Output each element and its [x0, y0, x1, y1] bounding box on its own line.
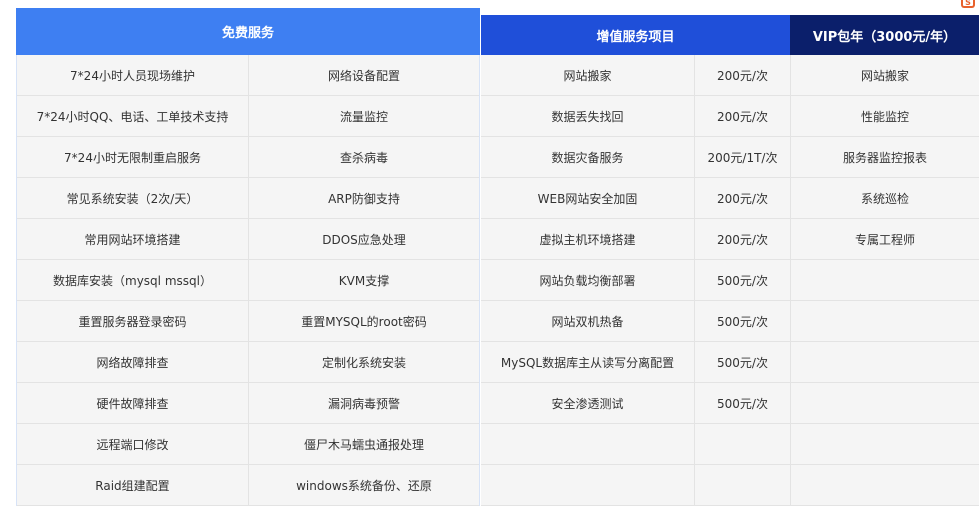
table-row	[481, 424, 790, 465]
service-name-cell: 网站双机热备	[481, 301, 695, 342]
vip-benefit-cell	[791, 301, 979, 342]
vip-annual-panel: VIP包年（3000元/年） 网站搬家 性能监控 服务器监控报表 系统巡检 专属工程师	[790, 0, 979, 507]
vip-benefit-cell	[791, 260, 979, 301]
value-added-services-header: 增值服务项目	[481, 15, 790, 55]
free-services-panel: 免费服务 7*24小时人员现场维护 网络设备配置 7*24小时QQ、电话、工单技术支…	[16, 0, 480, 507]
table-row: 7*24小时QQ、电话、工单技术支持 流量监控	[17, 96, 479, 137]
service-price-cell: 200元/次	[695, 178, 790, 219]
table-row: 远程端口修改 僵尸木马蠕虫通报处理	[17, 424, 479, 465]
service-price-cell: 500元/次	[695, 342, 790, 383]
service-price-cell: 200元/次	[695, 219, 790, 260]
free-service-cell: 常见系统安装（2次/天）	[17, 178, 249, 219]
vip-benefit-cell: 网站搬家	[791, 55, 979, 96]
free-service-cell: 漏洞病毒预警	[249, 383, 479, 424]
vip-benefit-cell: 服务器监控报表	[791, 137, 979, 178]
table-row: 安全渗透测试 500元/次	[481, 383, 790, 424]
free-services-header: 免费服务	[16, 8, 480, 55]
free-service-cell: 网络故障排查	[17, 342, 249, 383]
table-row: 硬件故障排查 漏洞病毒预警	[17, 383, 479, 424]
table-row: 7*24小时人员现场维护 网络设备配置	[17, 55, 479, 96]
service-name-cell: 数据灾备服务	[481, 137, 695, 178]
free-service-cell: 远程端口修改	[17, 424, 249, 465]
table-row	[791, 301, 979, 342]
table-row	[791, 342, 979, 383]
service-name-cell: 数据丢失找回	[481, 96, 695, 137]
service-name-cell: MySQL数据库主从读写分离配置	[481, 342, 695, 383]
free-service-cell: 7*24小时人员现场维护	[17, 55, 249, 96]
table-row: MySQL数据库主从读写分离配置 500元/次	[481, 342, 790, 383]
table-row: 常见系统安装（2次/天） ARP防御支持	[17, 178, 479, 219]
free-service-cell: windows系统备份、还原	[249, 465, 479, 506]
free-service-cell: Raid组建配置	[17, 465, 249, 506]
table-row: 专属工程师	[791, 219, 979, 260]
table-row: 系统巡检	[791, 178, 979, 219]
service-price-cell: 500元/次	[695, 301, 790, 342]
table-row: 数据灾备服务 200元/1T/次	[481, 137, 790, 178]
service-price-cell: 500元/次	[695, 383, 790, 424]
free-service-cell: 7*24小时QQ、电话、工单技术支持	[17, 96, 249, 137]
service-name-cell: 虚拟主机环境搭建	[481, 219, 695, 260]
free-service-cell: 查杀病毒	[249, 137, 479, 178]
free-service-cell: DDOS应急处理	[249, 219, 479, 260]
table-row: 虚拟主机环境搭建 200元/次	[481, 219, 790, 260]
table-row: 网站搬家 200元/次	[481, 55, 790, 96]
table-row: 重置服务器登录密码 重置MYSQL的root密码	[17, 301, 479, 342]
service-name-cell: 网站负载均衡部署	[481, 260, 695, 301]
free-services-table: 7*24小时人员现场维护 网络设备配置 7*24小时QQ、电话、工单技术支持 流量监控…	[16, 55, 480, 506]
table-row: WEB网站安全加固 200元/次	[481, 178, 790, 219]
service-name-cell	[481, 424, 695, 465]
vip-annual-table: 网站搬家 性能监控 服务器监控报表 系统巡检 专属工程师	[790, 55, 979, 506]
free-service-cell: 重置MYSQL的root密码	[249, 301, 479, 342]
table-row: 常用网站环境搭建 DDOS应急处理	[17, 219, 479, 260]
table-row	[791, 465, 979, 506]
service-price-cell: 200元/1T/次	[695, 137, 790, 178]
vip-benefit-cell: 系统巡检	[791, 178, 979, 219]
table-row: 数据库安装（mysql mssql） KVM支撑	[17, 260, 479, 301]
free-service-cell: KVM支撑	[249, 260, 479, 301]
vip-benefit-cell	[791, 383, 979, 424]
table-row: 服务器监控报表	[791, 137, 979, 178]
free-service-cell: 数据库安装（mysql mssql）	[17, 260, 249, 301]
vip-annual-header: VIP包年（3000元/年）	[790, 15, 979, 55]
free-service-cell: 流量监控	[249, 96, 479, 137]
value-added-services-table: 网站搬家 200元/次 数据丢失找回 200元/次 数据灾备服务 200元/1T/次 WEB…	[481, 55, 790, 506]
table-row: Raid组建配置 windows系统备份、还原	[17, 465, 479, 506]
service-name-cell: 网站搬家	[481, 55, 695, 96]
table-row: 数据丢失找回 200元/次	[481, 96, 790, 137]
service-price-cell	[695, 424, 790, 465]
table-row	[481, 465, 790, 506]
table-row: 7*24小时无限制重启服务 查杀病毒	[17, 137, 479, 178]
table-row: 网络故障排查 定制化系统安装	[17, 342, 479, 383]
value-added-services-panel: 增值服务项目 网站搬家 200元/次 数据丢失找回 200元/次 数据灾备服务 200元/…	[481, 0, 790, 507]
vip-benefit-cell: 性能监控	[791, 96, 979, 137]
service-price-cell: 500元/次	[695, 260, 790, 301]
table-row	[791, 424, 979, 465]
service-name-cell: WEB网站安全加固	[481, 178, 695, 219]
free-service-cell: 网络设备配置	[249, 55, 479, 96]
free-service-cell: 硬件故障排查	[17, 383, 249, 424]
vip-benefit-cell	[791, 342, 979, 383]
service-price-cell	[695, 465, 790, 506]
free-service-cell: 7*24小时无限制重启服务	[17, 137, 249, 178]
service-price-cell: 200元/次	[695, 96, 790, 137]
vip-benefit-cell: 专属工程师	[791, 219, 979, 260]
free-service-cell: 常用网站环境搭建	[17, 219, 249, 260]
table-row	[791, 383, 979, 424]
service-name-cell	[481, 465, 695, 506]
vip-benefit-cell	[791, 424, 979, 465]
vip-benefit-cell	[791, 465, 979, 506]
free-service-cell: 重置服务器登录密码	[17, 301, 249, 342]
table-row: 性能监控	[791, 96, 979, 137]
table-row	[791, 260, 979, 301]
service-price-cell: 200元/次	[695, 55, 790, 96]
free-service-cell: 定制化系统安装	[249, 342, 479, 383]
table-row: 网站搬家	[791, 55, 979, 96]
free-service-cell: 僵尸木马蠕虫通报处理	[249, 424, 479, 465]
table-row: 网站双机热备 500元/次	[481, 301, 790, 342]
table-row: 网站负载均衡部署 500元/次	[481, 260, 790, 301]
free-service-cell: ARP防御支持	[249, 178, 479, 219]
service-name-cell: 安全渗透测试	[481, 383, 695, 424]
